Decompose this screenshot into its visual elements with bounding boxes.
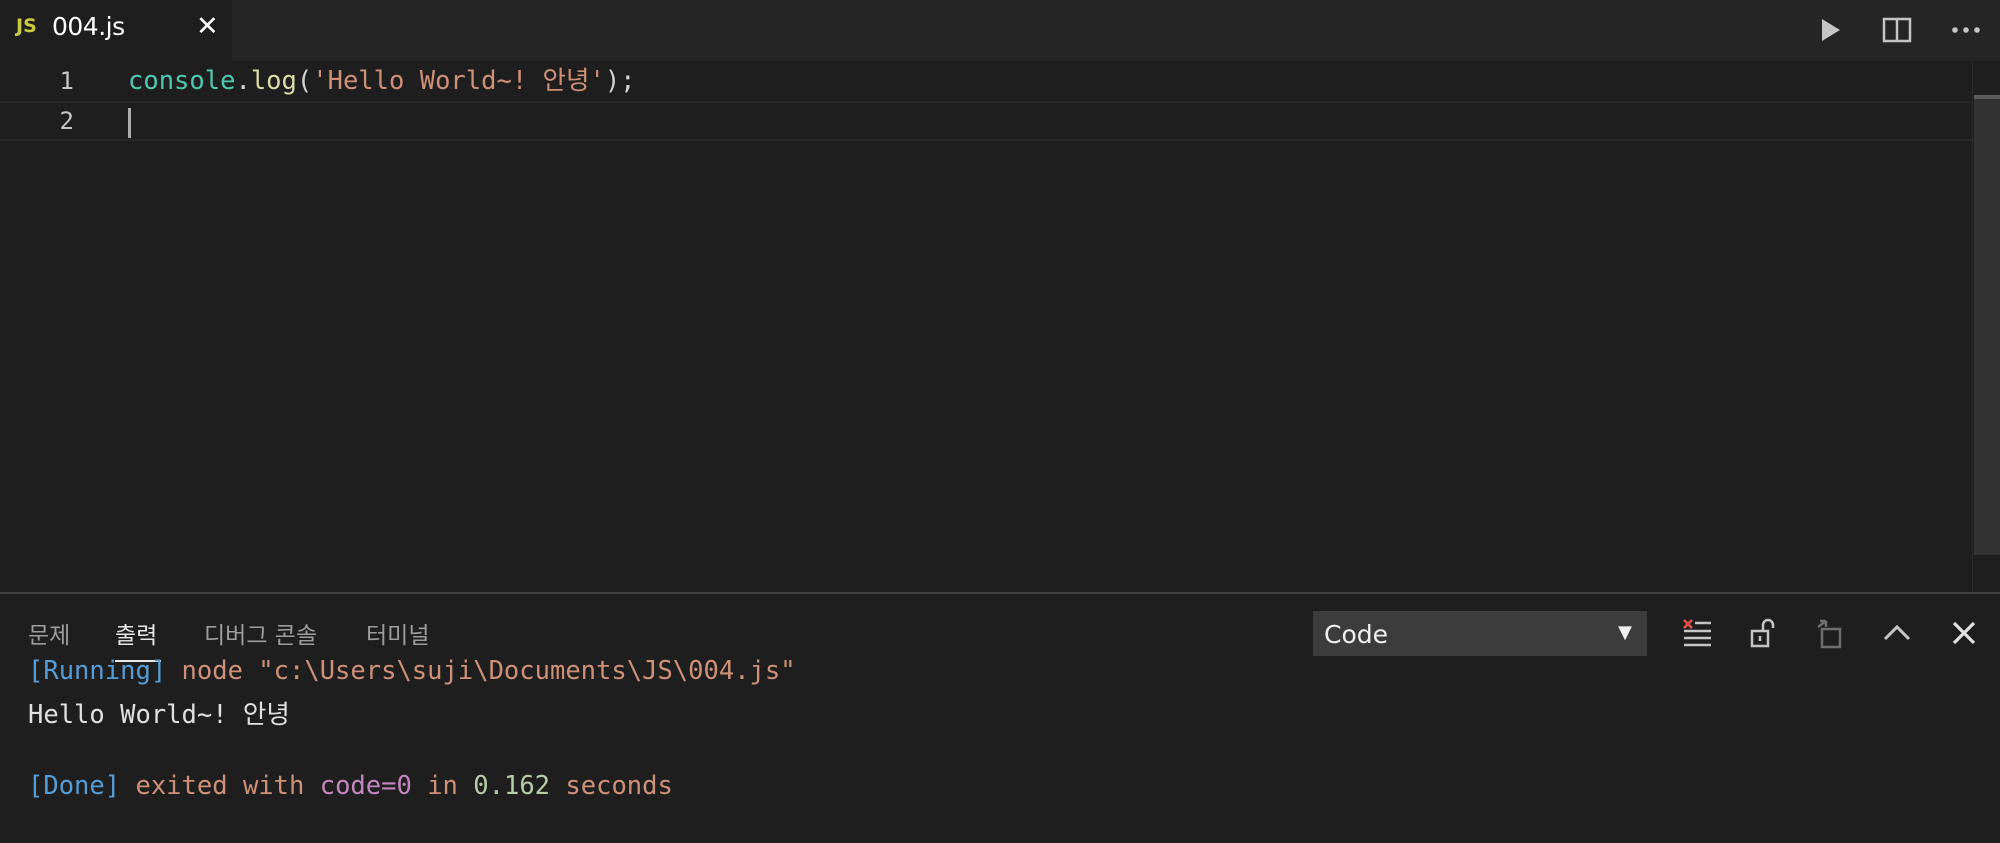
text-cursor <box>128 108 131 138</box>
code-editor[interactable]: 1 console.log('Hello World~! 안녕'); 2 <box>0 61 2000 592</box>
code-line-current[interactable]: 2 <box>0 101 1972 141</box>
token-string: 'Hello World~! 안녕' <box>312 66 605 96</box>
editor-tab-bar: JS 004.js ✕ <box>0 0 2000 61</box>
more-actions-icon[interactable] <box>1946 10 1986 50</box>
maximize-panel-icon[interactable] <box>1875 611 1919 655</box>
done-seconds-text: seconds <box>550 771 673 801</box>
token-close: ); <box>604 66 636 96</box>
editor-scrollbar-thumb[interactable] <box>1974 95 2000 555</box>
running-command: node "c:\Users\suji\Documents\JS\004.js" <box>166 656 796 686</box>
output-panel: 문제 출력 디버그 콘솔 터미널 Code ▼ [Running] node "… <box>0 592 2000 843</box>
play-icon[interactable] <box>1810 10 1850 50</box>
tab-problems[interactable]: 문제 <box>28 616 70 650</box>
output-line-running: [Running] node "c:\Users\suji\Documents\… <box>28 656 796 686</box>
done-in-text: in <box>411 771 474 801</box>
token-log: log <box>250 66 297 96</box>
tab-terminal[interactable]: 터미널 <box>366 616 429 650</box>
token-dot: . <box>235 66 251 96</box>
tab-debug-console[interactable]: 디버그 콘솔 <box>204 616 317 650</box>
token-open-paren: ( <box>296 66 313 96</box>
code-line[interactable]: 1 console.log('Hello World~! 안녕'); <box>0 61 1972 101</box>
clear-output-icon[interactable] <box>1675 611 1719 655</box>
token-console: console <box>128 66 236 96</box>
tab-output[interactable]: 출력 <box>115 616 157 650</box>
editor-tab-004js[interactable]: JS 004.js ✕ <box>0 0 232 61</box>
done-tag: [Done] <box>28 771 121 801</box>
close-tab-icon[interactable]: ✕ <box>196 11 219 42</box>
code-text: console.log('Hello World~! 안녕'); <box>128 61 636 101</box>
done-duration: 0.162 <box>473 771 551 801</box>
javascript-file-icon: JS <box>16 15 37 37</box>
line-number: 2 <box>59 107 74 135</box>
tab-filename: 004.js <box>52 12 125 41</box>
chevron-down-icon: ▼ <box>1618 622 1632 643</box>
unlock-scroll-icon[interactable] <box>1742 611 1786 655</box>
close-panel-icon[interactable] <box>1942 611 1986 655</box>
done-exited-text: exited with <box>120 771 320 801</box>
running-tag: [Running] <box>28 656 167 686</box>
output-channel-select[interactable]: Code ▼ <box>1313 611 1647 656</box>
line-number: 1 <box>59 67 74 95</box>
open-log-file-icon[interactable] <box>1808 611 1852 655</box>
scrollbar-cursor-marker <box>1974 95 2000 99</box>
done-exit-code: code=0 <box>319 771 412 801</box>
output-line-done: [Done] exited with code=0 in 0.162 secon… <box>28 771 673 801</box>
output-line-result: Hello World~! 안녕 <box>28 700 290 730</box>
output-channel-value: Code <box>1324 620 1389 649</box>
split-editor-icon[interactable] <box>1877 10 1917 50</box>
